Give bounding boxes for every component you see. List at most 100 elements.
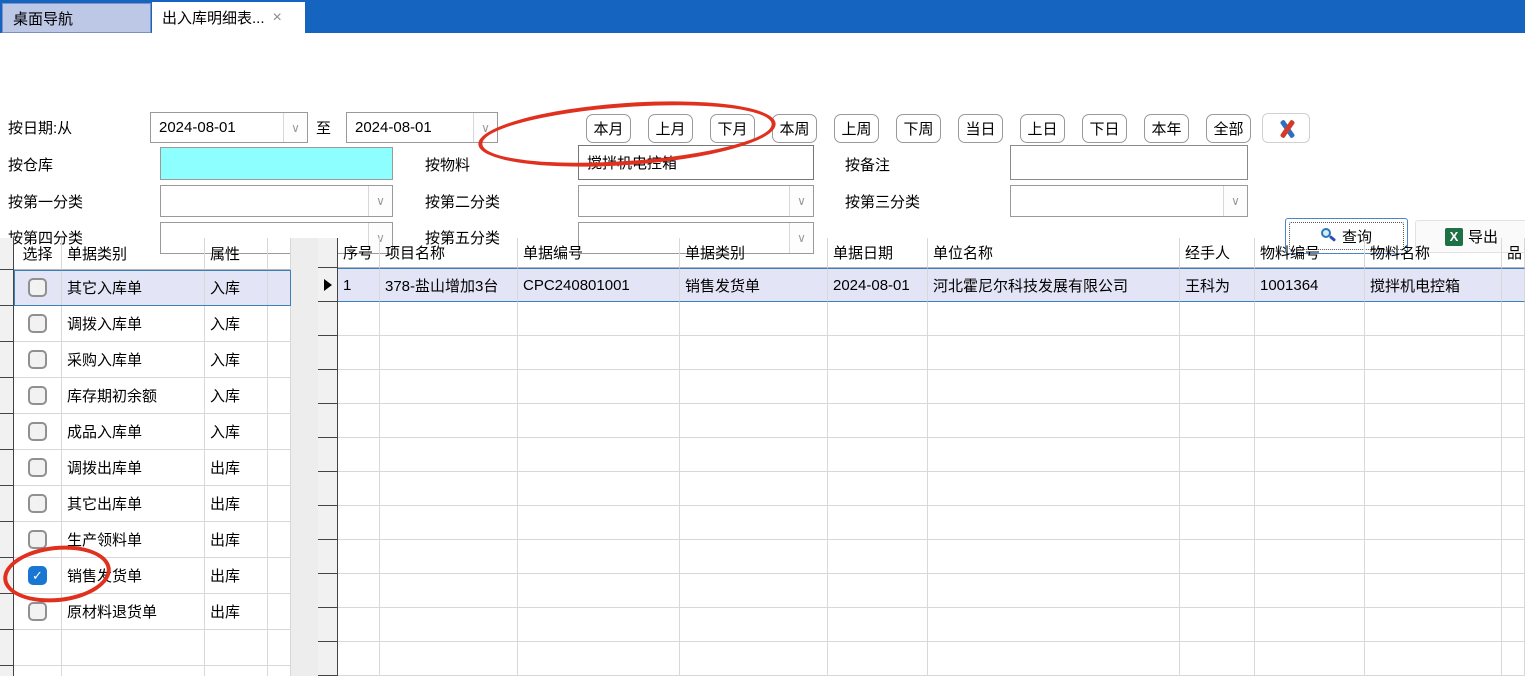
tools-button[interactable] xyxy=(1262,113,1310,143)
tab-desktop-navigation[interactable]: 桌面导航 xyxy=(2,3,151,33)
doc-type-checkbox[interactable] xyxy=(28,422,47,441)
doc-type-checkbox[interactable] xyxy=(28,350,47,369)
quick-date-button[interactable]: 上周 xyxy=(834,114,879,143)
empty-cell xyxy=(928,540,1180,574)
empty-cell xyxy=(1365,336,1502,370)
empty-cell xyxy=(928,506,1180,540)
doc-type-row[interactable]: 原材料退货单出库 xyxy=(14,594,291,630)
quick-date-button[interactable]: 下月 xyxy=(710,114,755,143)
column-header-3[interactable]: 单据类别 xyxy=(680,238,828,268)
quick-date-button[interactable]: 上月 xyxy=(648,114,693,143)
chevron-down-icon[interactable]: ∨ xyxy=(789,186,813,216)
empty-cell xyxy=(1365,540,1502,574)
empty-cell xyxy=(518,642,680,676)
doc-type-row[interactable]: 生产领料单出库 xyxy=(14,522,291,558)
empty-cell xyxy=(1365,608,1502,642)
empty-cell xyxy=(380,370,518,404)
quick-date-button[interactable]: 本月 xyxy=(586,114,631,143)
quick-date-button[interactable]: 本周 xyxy=(772,114,817,143)
empty-cell xyxy=(1365,302,1502,336)
quick-date-button[interactable]: 当日 xyxy=(958,114,1003,143)
doc-type-grid-body: 选择单据类别属性其它入库单入库调拨入库单入库采购入库单入库库存期初余额入库成品入… xyxy=(14,238,291,676)
doc-type-row[interactable]: 其它入库单入库 xyxy=(14,270,291,306)
column-header-select[interactable]: 选择 xyxy=(14,238,62,270)
doc-type-attr-cell: 出库 xyxy=(205,486,268,522)
material-input[interactable]: 搅拌机电控箱 xyxy=(578,145,814,180)
date-to-picker[interactable]: 2024-08-01 ∨ xyxy=(346,112,498,143)
empty-cell xyxy=(338,472,380,506)
doc-type-checkbox[interactable] xyxy=(28,602,47,621)
column-header-1[interactable]: 项目名称 xyxy=(380,238,518,268)
empty-cell xyxy=(518,336,680,370)
empty-cell xyxy=(680,506,828,540)
doc-type-checkbox[interactable] xyxy=(28,530,47,549)
doc-type-row[interactable]: 采购入库单入库 xyxy=(14,342,291,378)
close-icon[interactable]: × xyxy=(273,9,282,27)
empty-cell xyxy=(828,608,928,642)
detail-cell: 搅拌机电控箱 xyxy=(1365,268,1502,302)
detail-cell: 河北霍尼尔科技发展有限公司 xyxy=(928,268,1180,302)
date-from-picker[interactable]: 2024-08-01 ∨ xyxy=(150,112,308,143)
category2-dropdown[interactable]: ∨ xyxy=(578,185,814,217)
empty-cell xyxy=(380,404,518,438)
doc-type-row[interactable]: 库存期初余额入库 xyxy=(14,378,291,414)
column-header-8[interactable]: 物料名称 xyxy=(1365,238,1502,268)
doc-type-checkbox[interactable] xyxy=(28,314,47,333)
column-header-4[interactable]: 单据日期 xyxy=(828,238,928,268)
warehouse-input[interactable] xyxy=(160,147,393,180)
empty-cell xyxy=(338,438,380,472)
doc-type-row[interactable]: 其它出库单出库 xyxy=(14,486,291,522)
empty-cell xyxy=(928,370,1180,404)
indicator-cell xyxy=(318,268,337,302)
column-header-7[interactable]: 物料编号 xyxy=(1255,238,1365,268)
doc-type-row[interactable]: 调拨入库单入库 xyxy=(14,306,291,342)
empty-cell xyxy=(338,642,380,676)
doc-type-checkbox[interactable]: ✓ xyxy=(28,566,47,585)
chevron-down-icon[interactable]: ∨ xyxy=(473,113,497,142)
column-header-0[interactable]: 序号 xyxy=(338,238,380,268)
detail-empty-row xyxy=(338,302,1525,336)
column-header-6[interactable]: 经手人 xyxy=(1180,238,1255,268)
column-header-doc-type[interactable]: 单据类别 xyxy=(62,238,205,270)
doc-type-checkbox[interactable] xyxy=(28,494,47,513)
category1-dropdown[interactable]: ∨ xyxy=(160,185,393,217)
grid-splitter[interactable] xyxy=(291,238,318,676)
doc-type-checkbox[interactable] xyxy=(28,278,47,297)
empty-cell xyxy=(1365,506,1502,540)
doc-type-attr-cell: 出库 xyxy=(205,450,268,486)
quick-date-button[interactable]: 下周 xyxy=(896,114,941,143)
column-header-5[interactable]: 单位名称 xyxy=(928,238,1180,268)
chevron-down-icon[interactable]: ∨ xyxy=(283,113,307,142)
empty-cell xyxy=(1180,472,1255,506)
empty-cell xyxy=(1255,506,1365,540)
detail-header-row: 序号项目名称单据编号单据类别单据日期单位名称经手人物料编号物料名称品 xyxy=(338,238,1525,268)
quick-date-button[interactable]: 本年 xyxy=(1144,114,1189,143)
doc-type-checkbox[interactable] xyxy=(28,386,47,405)
indicator-cell xyxy=(0,558,13,594)
chevron-down-icon[interactable]: ∨ xyxy=(1223,186,1247,216)
empty-cell xyxy=(518,404,680,438)
empty-cell xyxy=(1502,540,1525,574)
column-header-2[interactable]: 单据编号 xyxy=(518,238,680,268)
doc-type-row[interactable]: ✓销售发货单出库 xyxy=(14,558,291,594)
quick-date-button[interactable]: 全部 xyxy=(1206,114,1251,143)
doc-type-checkbox[interactable] xyxy=(28,458,47,477)
indicator-cell xyxy=(0,342,13,378)
column-header-attr[interactable]: 属性 xyxy=(205,238,268,270)
doc-type-row[interactable]: 成品入库单入库 xyxy=(14,414,291,450)
detail-cell: 378-盐山增加3台 xyxy=(380,268,518,302)
doc-type-row[interactable]: 调拨出库单出库 xyxy=(14,450,291,486)
remark-input[interactable] xyxy=(1010,145,1248,180)
doc-type-name-cell: 成品入库单 xyxy=(62,414,205,450)
column-header-9[interactable]: 品 xyxy=(1502,238,1525,268)
quick-date-button[interactable]: 上日 xyxy=(1020,114,1065,143)
indicator-cell xyxy=(318,302,337,336)
tab-inout-detail-report[interactable]: 出入库明细表... × xyxy=(152,2,305,33)
date-to-value: 2024-08-01 xyxy=(347,119,473,136)
quick-date-button[interactable]: 下日 xyxy=(1082,114,1127,143)
detail-row[interactable]: 1378-盐山增加3台CPC240801001销售发货单2024-08-01河北… xyxy=(338,268,1525,302)
chevron-down-icon[interactable]: ∨ xyxy=(368,186,392,216)
empty-cell xyxy=(680,336,828,370)
category3-dropdown[interactable]: ∨ xyxy=(1010,185,1248,217)
doc-type-checkbox-cell xyxy=(14,414,62,450)
